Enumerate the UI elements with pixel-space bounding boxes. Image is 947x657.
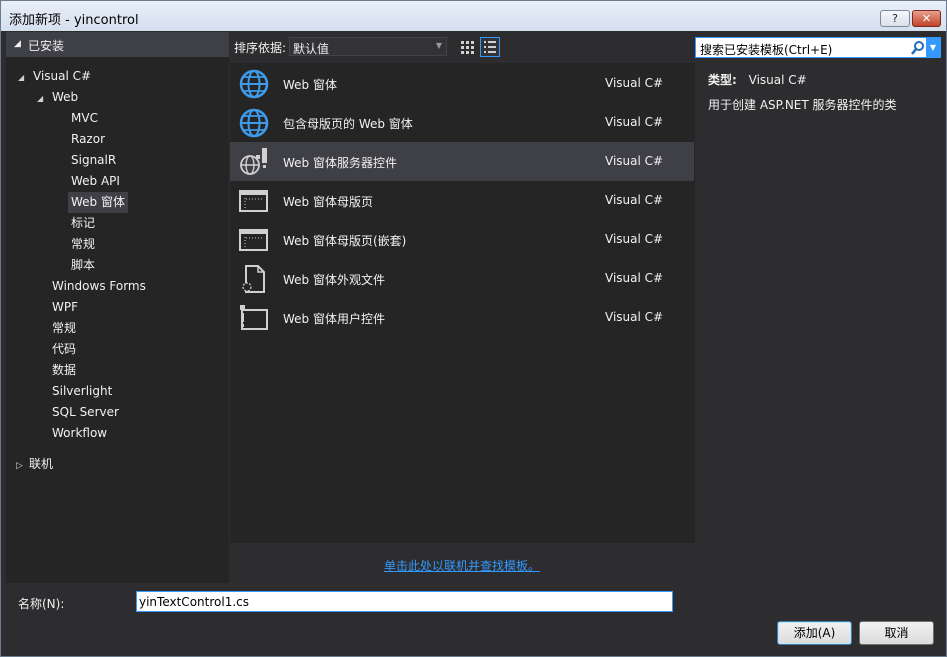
- template-item[interactable]: Web 窗体母版页(嵌套) Visual C#: [230, 220, 694, 259]
- tree-item-code[interactable]: 代码: [52, 339, 76, 360]
- template-item[interactable]: 包含母版页的 Web 窗体 Visual C#: [230, 103, 694, 142]
- tree-item-markup[interactable]: 标记: [71, 213, 95, 234]
- installed-header[interactable]: ◢ 已安装: [6, 32, 229, 57]
- globe-icon: [239, 69, 269, 99]
- master-page-icon: [239, 190, 268, 212]
- user-control-icon: [240, 305, 268, 330]
- tree-item-workflow[interactable]: Workflow: [52, 423, 107, 444]
- search-placeholder: 搜索已安装模板(Ctrl+E): [700, 43, 833, 57]
- template-language: Visual C#: [605, 76, 664, 90]
- template-details-panel: 类型: Visual C# 用于创建 ASP.NET 服务器控件的类: [695, 63, 941, 543]
- type-label: 类型:: [708, 73, 737, 87]
- small-icons-view-button[interactable]: [457, 37, 477, 57]
- template-item[interactable]: Web 窗体 Visual C#: [230, 64, 694, 103]
- tree-item-signalr[interactable]: SignalR: [71, 150, 116, 171]
- template-language: Visual C#: [605, 115, 664, 129]
- expanded-arrow-icon[interactable]: ◢: [18, 73, 24, 82]
- template-item[interactable]: Web 窗体母版页 Visual C#: [230, 181, 694, 220]
- template-type: 类型: Visual C#: [708, 71, 807, 88]
- tree-item-general[interactable]: 常规: [71, 234, 95, 255]
- bottom-bar: 名称(N): yinTextControl1.cs 添加(A) 取消: [1, 583, 946, 656]
- tree-item-web-api[interactable]: Web API: [71, 171, 120, 192]
- tree-item-online[interactable]: 联机: [29, 454, 53, 475]
- template-name: Web 窗体服务器控件: [283, 156, 397, 170]
- template-list: Web 窗体 Visual C# 包含母版页的 Web 窗体 Visual C#: [230, 63, 695, 543]
- tree-item-data[interactable]: 数据: [52, 360, 76, 381]
- sort-dropdown[interactable]: 默认值 ▼: [289, 37, 447, 56]
- tree-item-script[interactable]: 脚本: [71, 255, 95, 276]
- template-name: Web 窗体母版页: [283, 195, 373, 209]
- window-title: 添加新项 - yincontrol: [9, 13, 139, 28]
- tree-item-windows-forms[interactable]: Windows Forms: [52, 276, 146, 297]
- chevron-down-icon: ▼: [435, 41, 442, 50]
- tree-item-visual-csharp[interactable]: Visual C#: [33, 66, 91, 87]
- search-button[interactable]: [910, 38, 926, 57]
- add-new-item-dialog: 添加新项 - yincontrol ? ✕ ◢ 已安装 ◢ Visual C# …: [0, 0, 947, 657]
- template-name: 包含母版页的 Web 窗体: [283, 117, 413, 131]
- name-field[interactable]: yinTextControl1.cs: [136, 591, 673, 612]
- search-options-dropdown[interactable]: ▼: [926, 38, 940, 57]
- help-button[interactable]: ?: [880, 10, 910, 27]
- search-icon: [911, 41, 924, 55]
- tree-item-razor[interactable]: Razor: [71, 129, 105, 150]
- sort-label: 排序依据:: [234, 41, 287, 55]
- tree-item-wpf[interactable]: WPF: [52, 297, 78, 318]
- template-language: Visual C#: [605, 154, 664, 168]
- tree-item-silverlight[interactable]: Silverlight: [52, 381, 112, 402]
- server-control-icon: [240, 148, 267, 175]
- sort-value: 默认值: [293, 42, 330, 56]
- template-language: Visual C#: [605, 271, 664, 285]
- template-item-selected[interactable]: Web 窗体服务器控件 Visual C#: [230, 142, 694, 181]
- tree-item-sql-server[interactable]: SQL Server: [52, 402, 119, 423]
- list-view-button[interactable]: [480, 37, 500, 57]
- cancel-button[interactable]: 取消: [859, 621, 934, 645]
- collapse-arrow-icon: ◢: [14, 39, 21, 49]
- template-name: Web 窗体用户控件: [283, 312, 385, 326]
- template-description: 用于创建 ASP.NET 服务器控件的类: [708, 98, 897, 112]
- tree-item-mvc[interactable]: MVC: [71, 108, 98, 129]
- template-language: Visual C#: [605, 193, 664, 207]
- skin-file-icon: [242, 265, 265, 293]
- template-name: Web 窗体母版页(嵌套): [283, 234, 407, 248]
- collapsed-arrow-icon[interactable]: ▷: [16, 461, 23, 471]
- tree-item-general-2[interactable]: 常规: [52, 318, 76, 339]
- grid-view-icon: [461, 41, 474, 54]
- sort-toolbar: 排序依据: 默认值 ▼: [230, 32, 695, 61]
- find-templates-online-link[interactable]: 单击此处以联机并查找模板。: [384, 557, 540, 574]
- template-name: Web 窗体: [283, 78, 337, 92]
- template-language: Visual C#: [605, 310, 664, 324]
- name-label: 名称(N):: [18, 597, 65, 611]
- type-value: Visual C#: [748, 73, 807, 87]
- template-language: Visual C#: [605, 232, 664, 246]
- expanded-arrow-icon[interactable]: ◢: [37, 94, 43, 103]
- name-value: yinTextControl1.cs: [139, 595, 249, 609]
- add-button[interactable]: 添加(A): [777, 621, 852, 645]
- title-bar: 添加新项 - yincontrol ? ✕: [1, 1, 946, 31]
- template-item[interactable]: Web 窗体外观文件 Visual C#: [230, 259, 694, 298]
- tree-item-web[interactable]: Web: [52, 87, 78, 108]
- list-view-icon: [484, 41, 496, 53]
- template-name: Web 窗体外观文件: [283, 273, 385, 287]
- template-item[interactable]: Web 窗体用户控件 Visual C#: [230, 298, 694, 337]
- installed-header-label: 已安装: [28, 39, 65, 53]
- close-button[interactable]: ✕: [912, 10, 941, 27]
- search-templates-input[interactable]: 搜索已安装模板(Ctrl+E) ▼: [695, 37, 941, 58]
- globe-icon: [239, 108, 269, 138]
- category-panel: ◢ 已安装 ◢ Visual C# ◢ Web MVC Razor Signal…: [6, 32, 229, 583]
- tree-item-web-forms[interactable]: Web 窗体: [68, 192, 128, 213]
- master-page-icon: [239, 229, 268, 251]
